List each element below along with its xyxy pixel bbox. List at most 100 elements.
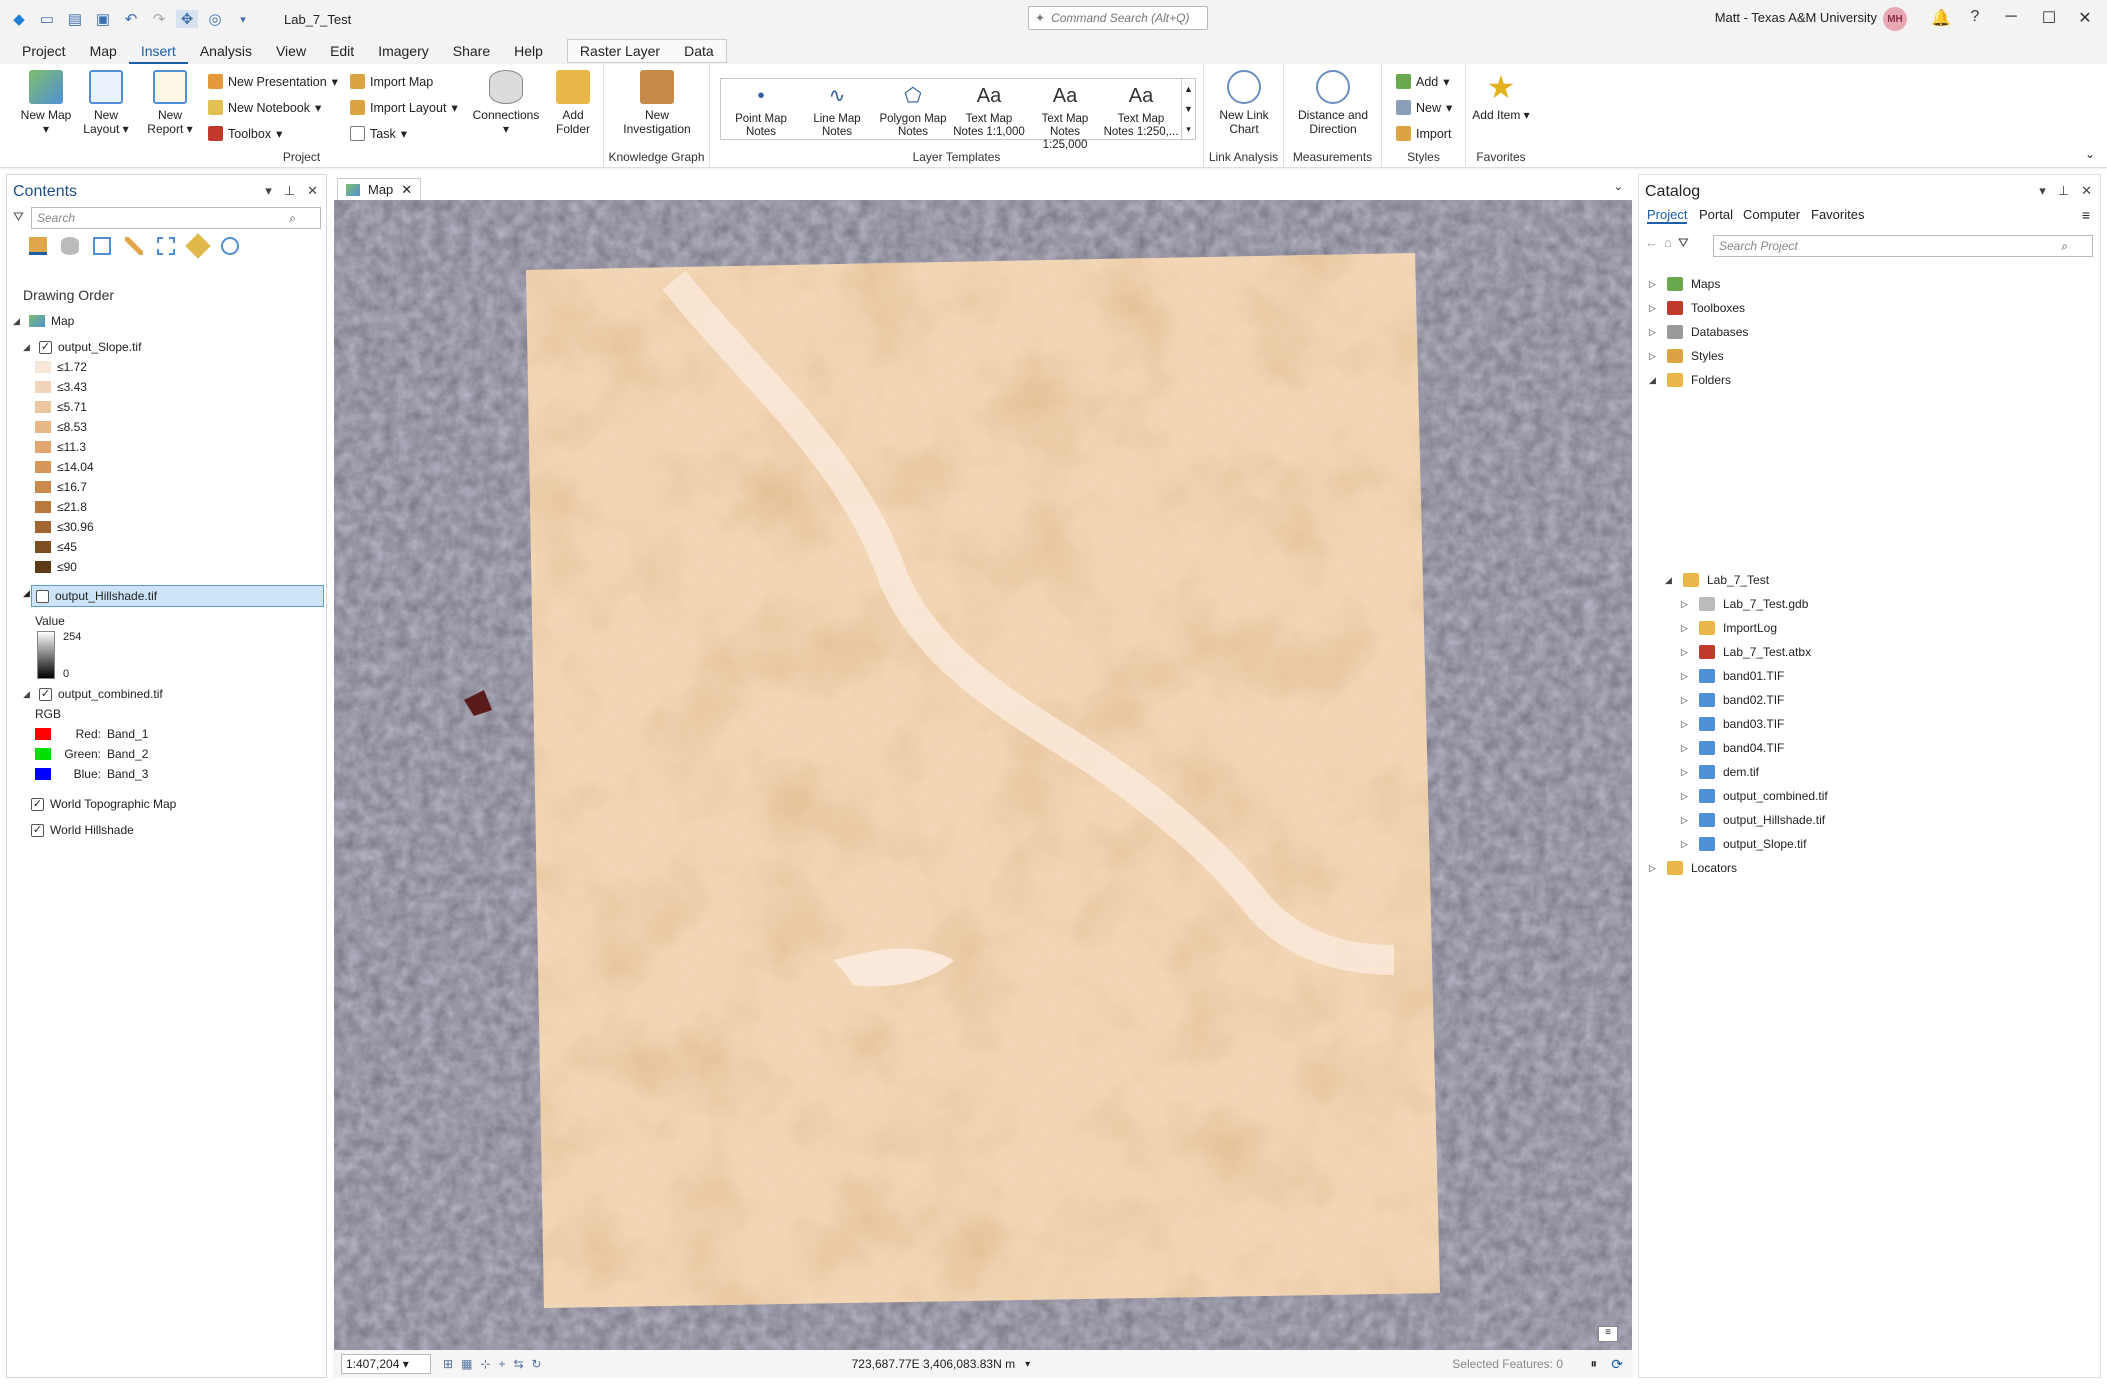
combined-visibility-checkbox[interactable]: ✓ — [39, 687, 52, 701]
map-node[interactable]: ◢ Map — [13, 314, 74, 328]
undo-icon[interactable]: ↶ — [120, 10, 142, 28]
back-icon[interactable]: ← — [1645, 235, 1658, 251]
menu-imagery[interactable]: Imagery — [366, 38, 441, 64]
close-icon[interactable]: ✕ — [2065, 8, 2105, 28]
new-report-button[interactable]: New Report ▾ — [144, 70, 196, 136]
close-tab-icon[interactable]: ✕ — [401, 182, 412, 198]
world-hillshade-visibility-checkbox[interactable]: ✓ — [31, 823, 44, 837]
menu-insert[interactable]: Insert — [128, 38, 188, 64]
drawing-order-icon[interactable] — [29, 237, 47, 255]
basemap-topo-row[interactable]: ✓ World Topographic Map — [31, 797, 176, 811]
catalog-folder-item[interactable]: ▷ Lab_7_Test.gdb — [1681, 597, 1808, 611]
add-folder-button[interactable]: Add Folder — [550, 70, 596, 136]
topo-visibility-checkbox[interactable]: ✓ — [31, 797, 44, 811]
menu-edit[interactable]: Edit — [318, 38, 366, 64]
catalog-tab-favorites[interactable]: Favorites — [1811, 207, 1864, 222]
filter-icon[interactable]: ⛛ — [1678, 235, 1689, 251]
close-pane-icon[interactable]: ✕ — [2081, 183, 2092, 199]
pin-icon[interactable]: ⊥ — [284, 183, 295, 199]
labeling-icon[interactable] — [185, 233, 211, 259]
new-link-chart-button[interactable]: New Link Chart — [1208, 70, 1280, 136]
open-project-icon[interactable]: ▤ — [64, 10, 86, 28]
style-import-button[interactable]: Import — [1396, 126, 1451, 141]
refresh-map-icon[interactable]: ⟳ — [1611, 1356, 1623, 1373]
pane-menu-icon[interactable]: ▾ — [265, 183, 272, 199]
add-item-button[interactable]: ★ Add Item ▾ — [1470, 70, 1532, 122]
catalog-search[interactable]: Search Project ⌕ — [1713, 235, 2093, 257]
hillshade-layer-row[interactable]: output_Hillshade.tif — [31, 585, 324, 607]
message-icon[interactable]: ≡ — [1598, 1326, 1618, 1342]
catalog-item-styles[interactable]: ▷ Styles — [1649, 349, 1724, 363]
basemap-hillshade-row[interactable]: ✓ World Hillshade — [31, 823, 134, 837]
toolbox-button[interactable]: Toolbox ▾ — [208, 126, 282, 141]
minimize-icon[interactable]: ─ — [1991, 8, 2031, 26]
connections-button[interactable]: Connections ▾ — [470, 70, 542, 136]
catalog-item-databases[interactable]: ▷ Databases — [1649, 325, 1748, 339]
rotate-icon[interactable]: ↻ — [532, 1357, 542, 1371]
text-map-notes-250[interactable]: Aa Text Map Notes 1:250,... — [1103, 79, 1179, 139]
avatar[interactable]: MH — [1883, 7, 1907, 31]
crosshair-icon[interactable]: + — [498, 1357, 505, 1371]
new-layout-button[interactable]: New Layout ▾ — [80, 70, 132, 136]
polygon-map-notes[interactable]: ⬠ Polygon Map Notes — [875, 79, 951, 139]
menu-project[interactable]: Project — [10, 38, 78, 64]
help-icon[interactable]: ? — [1955, 8, 1995, 26]
catalog-folder-lab7[interactable]: ◢ Lab_7_Test — [1665, 573, 1769, 587]
tab-dropdown-icon[interactable]: ⌄ — [1614, 180, 1623, 193]
save-icon[interactable]: ▣ — [92, 10, 114, 28]
catalog-item-maps[interactable]: ▷ Maps — [1649, 277, 1720, 291]
point-map-notes[interactable]: • Point Map Notes — [723, 79, 799, 139]
sync-icon[interactable]: ⇆ — [513, 1357, 523, 1371]
menu-view[interactable]: View — [264, 38, 318, 64]
user-name[interactable]: Matt - Texas A&M University — [1715, 10, 1877, 25]
menu-analysis[interactable]: Analysis — [188, 38, 264, 64]
style-new-button[interactable]: New ▾ — [1396, 100, 1452, 115]
map-view[interactable]: ≡ — [334, 200, 1632, 1350]
redo-icon[interactable]: ↷ — [148, 10, 170, 28]
new-project-icon[interactable]: ▭ — [36, 10, 58, 28]
line-map-notes[interactable]: ∿ Line Map Notes — [799, 79, 875, 139]
data-source-icon[interactable] — [61, 237, 79, 255]
explore-tool-icon[interactable]: ✥ — [176, 10, 198, 28]
selected-features[interactable]: Selected Features: 0 — [1452, 1357, 1563, 1371]
catalog-tab-project[interactable]: Project — [1647, 207, 1688, 224]
customize-icon[interactable]: ▾ — [232, 13, 254, 26]
distance-direction-button[interactable]: Distance and Direction — [1288, 70, 1378, 136]
pane-menu-icon[interactable]: ▾ — [2039, 183, 2046, 199]
new-investigation-button[interactable]: New Investigation — [610, 70, 704, 136]
slope-visibility-checkbox[interactable]: ✓ — [39, 340, 52, 354]
catalog-folder-item[interactable]: ▷ band01.TIF — [1681, 669, 1784, 683]
new-notebook-button[interactable]: New Notebook ▾ — [208, 100, 321, 115]
perspective-icon[interactable] — [221, 237, 239, 255]
pause-icon[interactable]: ⏸ — [1591, 1356, 1598, 1372]
editing-icon[interactable] — [125, 237, 143, 255]
units-dropdown-icon[interactable]: ▾ — [1025, 1359, 1030, 1370]
catalog-folder-item[interactable]: ▷ output_combined.tif — [1681, 789, 1828, 803]
selection-icon[interactable] — [93, 237, 111, 255]
menu-share[interactable]: Share — [441, 38, 502, 64]
catalog-folder-item[interactable]: ▷ dem.tif — [1681, 765, 1759, 779]
import-map-button[interactable]: Import Map — [350, 74, 433, 89]
catalog-item-folders[interactable]: ◢ Folders — [1649, 373, 1731, 387]
catalog-item-toolboxes[interactable]: ▷ Toolboxes — [1649, 301, 1745, 315]
grid-icon[interactable]: ⊞ — [443, 1357, 453, 1371]
pin-icon[interactable]: ⊥ — [2058, 183, 2069, 199]
catalog-menu-icon[interactable]: ≡ — [2082, 207, 2090, 223]
catalog-folder-item[interactable]: ▷ output_Slope.tif — [1681, 837, 1806, 851]
new-map-button[interactable]: New Map ▾ — [20, 70, 72, 136]
task-button[interactable]: Task ▾ — [350, 126, 407, 141]
combined-layer-row[interactable]: ◢ ✓ output_combined.tif — [23, 687, 163, 701]
scale-selector[interactable]: 1:407,204 ▾ — [341, 1354, 431, 1374]
command-search[interactable]: ✦ Command Search (Alt+Q) — [1028, 6, 1208, 30]
catalog-locators[interactable]: ▷ Locators — [1649, 861, 1737, 875]
catalog-folder-item[interactable]: ▷ band02.TIF — [1681, 693, 1784, 707]
new-presentation-button[interactable]: New Presentation ▾ — [208, 74, 338, 89]
catalog-tab-portal[interactable]: Portal — [1699, 207, 1733, 222]
style-add-button[interactable]: Add ▾ — [1396, 74, 1450, 89]
catalog-folder-item[interactable]: ▷ output_Hillshade.tif — [1681, 813, 1825, 827]
catalog-tab-computer[interactable]: Computer — [1743, 207, 1800, 222]
snapping-icon[interactable] — [157, 237, 175, 255]
hillshade-visibility-checkbox[interactable] — [36, 589, 49, 603]
close-pane-icon[interactable]: ✕ — [307, 183, 318, 199]
text-map-notes-25000[interactable]: Aa Text Map Notes 1:25,000 — [1027, 79, 1103, 152]
